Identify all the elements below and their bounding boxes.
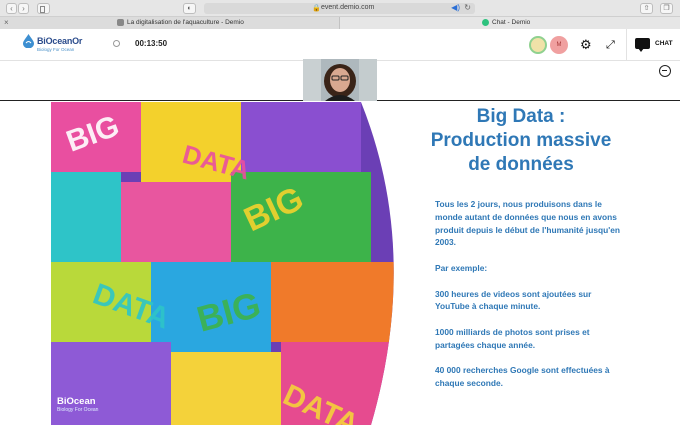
session-timer: 00:13:50 (135, 39, 168, 48)
url-text: event.demio.com (321, 4, 375, 11)
tabs-overview-icon[interactable]: ❐ (660, 3, 673, 14)
logo-name: BiOceanOr (37, 36, 83, 46)
slide-logo-tagline: Biology For Ocean (57, 407, 99, 413)
logo-tagline: Biology For Ocean (37, 47, 75, 52)
tab-bar: × La digitalisation de l'aquaculture - D… (0, 17, 680, 29)
speaker-icon[interactable]: ◀) (451, 3, 460, 12)
slide-title-line: de données (468, 154, 574, 175)
slide-logo-name: BiOcean (57, 396, 96, 407)
chat-bubble-icon (635, 38, 650, 52)
chat-favicon-icon (482, 19, 489, 26)
tab-title: Chat - Demio (492, 19, 531, 26)
slide-title-line: Production massive (430, 130, 612, 151)
big-data-image: BIG DATA BIG DATA BIG DATA (51, 102, 398, 425)
slide-paragraph: 40 000 recherches Google sont effectuées… (435, 365, 610, 389)
forward-icon[interactable]: › (18, 3, 29, 14)
slide-title-line: Big Data : (476, 106, 566, 127)
slide-paragraph: 300 heures de videos sont ajoutées sur Y… (435, 288, 592, 312)
shield-icon[interactable]: ◐ (183, 3, 196, 14)
back-icon[interactable]: ‹ (6, 3, 17, 14)
address-bar[interactable]: 🔒 event.demio.com ◀) ↻ (204, 3, 475, 14)
chat-label: CHAT (655, 40, 673, 47)
app-header: BiOceanOr Biology For Ocean 00:13:50 M ⚙… (0, 29, 680, 61)
presentation-stage: BIG DATA BIG DATA BIG DATA BiOcean Biolo… (0, 59, 680, 425)
fullscreen-icon[interactable]: ⤢ (606, 38, 620, 52)
tab-digitalisation[interactable]: × La digitalisation de l'aquaculture - D… (0, 17, 340, 29)
tab-chat[interactable]: Chat - Demio (340, 17, 680, 29)
presenter-video[interactable] (303, 59, 377, 101)
avatar[interactable] (529, 36, 547, 54)
close-icon[interactable]: × (4, 18, 9, 27)
tab-title: La digitalisation de l'aquaculture - Dem… (127, 19, 244, 26)
sidebar-toggle-icon[interactable] (37, 3, 50, 14)
slide-logo: BiOcean Biology For Ocean (57, 396, 98, 413)
avatar[interactable]: M (550, 36, 568, 54)
gear-icon[interactable]: ⚙ (580, 38, 594, 52)
status-indicator-icon (113, 40, 120, 47)
drop-logo-icon (23, 34, 34, 48)
minimize-icon[interactable] (659, 65, 671, 77)
slide-paragraph: Tous les 2 jours, nous produisons dans l… (435, 199, 620, 248)
presenter-portrait (303, 59, 377, 101)
slide-title: Big Data : Production massive de données (413, 105, 629, 177)
slide-body: Tous les 2 jours, nous produisons dans l… (435, 198, 625, 403)
slide-paragraph: Par exemple: (435, 262, 488, 273)
slide: BIG DATA BIG DATA BIG DATA BiOcean Biolo… (51, 102, 631, 425)
share-icon[interactable]: ⇧ (640, 3, 653, 14)
browser-toolbar: ‹ › ◐ 🔒 event.demio.com ◀) ↻ ⇧ ❐ (0, 0, 680, 17)
reload-icon[interactable]: ↻ (464, 3, 471, 12)
slide-paragraph: 1000 milliards de photos sont prises et … (435, 326, 590, 350)
page-favicon-icon (117, 19, 124, 26)
lock-icon: 🔒 (312, 5, 321, 12)
chat-button[interactable]: CHAT (626, 29, 680, 61)
